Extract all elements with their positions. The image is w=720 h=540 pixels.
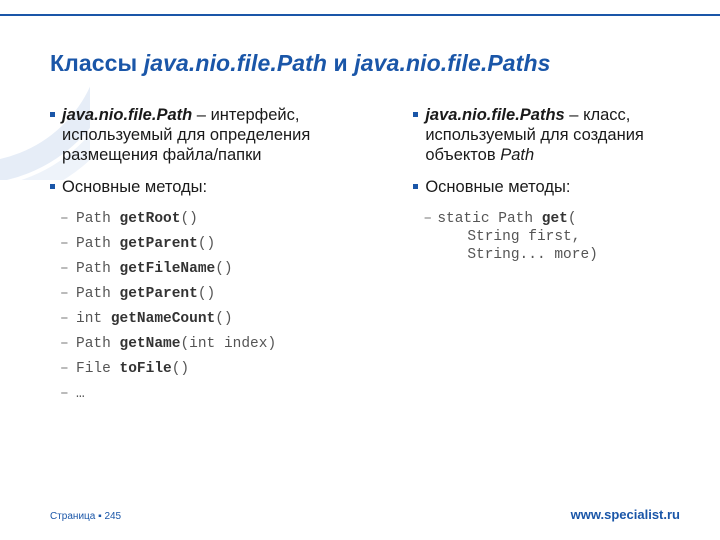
right-column: java.nio.file.Paths – класс, используемы… [413, 105, 680, 411]
left-method-list: Path getRoot() Path getParent() Path get… [50, 210, 383, 404]
page-number: 245 [104, 511, 121, 522]
title-connector: и [327, 50, 354, 76]
list-item: Path getParent() [50, 235, 383, 253]
right-method-list: static Path get( String first, String...… [413, 210, 680, 264]
page-label: Страница [50, 511, 95, 522]
list-item: Path getName(int index) [50, 335, 383, 353]
list-item: File toFile() [50, 360, 383, 378]
left-column: java.nio.file.Path – интерфейс, использу… [50, 105, 383, 411]
slide-footer: Страница ▪ 245 www.specialist.ru [50, 507, 680, 522]
left-intro: java.nio.file.Path – интерфейс, использу… [50, 105, 383, 165]
footer-url: www.specialist.ru [571, 507, 680, 522]
left-intro-lead: java.nio.file.Path [62, 106, 192, 124]
left-methods-label: Основные методы: [50, 177, 383, 197]
title-prefix: Классы [50, 50, 144, 76]
list-item: Path getRoot() [50, 210, 383, 228]
title-class-1: java.nio.file.Path [144, 50, 327, 76]
list-item: int getNameCount() [50, 310, 383, 328]
list-item: … [50, 385, 383, 403]
title-class-2: java.nio.file.Paths [354, 50, 550, 76]
list-item: static Path get( String first, String...… [413, 210, 680, 264]
columns: java.nio.file.Path – интерфейс, использу… [50, 105, 680, 411]
list-item: Path getParent() [50, 285, 383, 303]
right-intro-lead: java.nio.file.Paths [425, 106, 564, 124]
list-item: Path getFileName() [50, 260, 383, 278]
right-intro-rest-ital: Path [500, 146, 534, 164]
slide-title: Классы java.nio.file.Path и java.nio.fil… [50, 50, 680, 77]
page-indicator: Страница ▪ 245 [50, 511, 121, 522]
right-methods-label: Основные методы: [413, 177, 680, 197]
right-intro: java.nio.file.Paths – класс, используемы… [413, 105, 680, 165]
slide: Классы java.nio.file.Path и java.nio.fil… [0, 0, 720, 540]
